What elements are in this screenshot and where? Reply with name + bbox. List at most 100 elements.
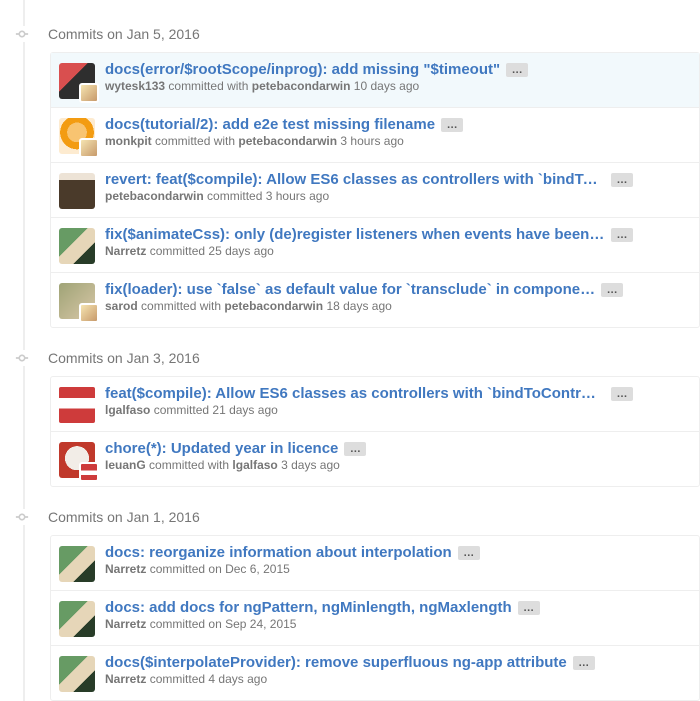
committer-link[interactable]: petebacondarwin xyxy=(252,79,351,93)
avatar-wrap xyxy=(59,283,95,319)
author-avatar[interactable] xyxy=(59,546,95,582)
commit-title-link[interactable]: revert: feat($compile): Allow ES6 classe… xyxy=(105,171,605,188)
expand-message-button[interactable]: … xyxy=(611,173,633,187)
committer-avatar[interactable] xyxy=(79,303,99,323)
commit-body: chore(*): Updated year in licence … IeuanG… xyxy=(105,440,691,478)
commit-time: 3 days ago xyxy=(281,458,340,472)
committer-link[interactable]: lgalfaso xyxy=(232,458,277,472)
meta-committed-with: committed with xyxy=(155,134,235,148)
commit-title-link[interactable]: docs: add docs for ngPattern, ngMinlengt… xyxy=(105,599,512,616)
expand-message-button[interactable]: … xyxy=(458,546,480,560)
commit-title-row: revert: feat($compile): Allow ES6 classe… xyxy=(105,171,691,188)
commit-time: 25 days ago xyxy=(208,244,273,258)
commit-title-row: chore(*): Updated year in licence … xyxy=(105,440,691,457)
commit-group-label: Commits on Jan 3, 2016 xyxy=(48,350,200,366)
expand-message-button[interactable]: … xyxy=(518,601,540,615)
commit-row: docs: reorganize information about inter… xyxy=(51,536,699,590)
committer-link[interactable]: petebacondarwin xyxy=(238,134,337,148)
meta-committed: committed xyxy=(154,403,209,417)
commit-meta: sarod committed with petebacondarwin 18 … xyxy=(105,299,691,313)
commit-title-row: docs(tutorial/2): add e2e test missing f… xyxy=(105,116,691,133)
commit-group-header: Commits on Jan 5, 2016 xyxy=(16,24,700,44)
author-avatar[interactable] xyxy=(59,387,95,423)
commit-body: docs(error/$rootScope/inprog): add missi… xyxy=(105,61,691,99)
author-avatar[interactable] xyxy=(59,601,95,637)
commit-body: docs: add docs for ngPattern, ngMinlengt… xyxy=(105,599,691,637)
commit-title-link[interactable]: feat($compile): Allow ES6 classes as con… xyxy=(105,385,605,402)
expand-message-button[interactable]: … xyxy=(441,118,463,132)
commit-row: revert: feat($compile): Allow ES6 classe… xyxy=(51,162,699,217)
author-link[interactable]: petebacondarwin xyxy=(105,189,204,203)
expand-message-button[interactable]: … xyxy=(506,63,528,77)
commit-title-link[interactable]: docs($interpolateProvider): remove super… xyxy=(105,654,567,671)
commit-title-row: docs(error/$rootScope/inprog): add missi… xyxy=(105,61,691,78)
commit-body: docs($interpolateProvider): remove super… xyxy=(105,654,691,692)
author-link[interactable]: Narretz xyxy=(105,244,146,258)
commit-title-link[interactable]: fix($animateCss): only (de)register list… xyxy=(105,226,605,243)
commit-body: fix($animateCss): only (de)register list… xyxy=(105,226,691,264)
group-date: Jan 5, 2016 xyxy=(127,26,200,42)
author-link[interactable]: Narretz xyxy=(105,672,146,686)
avatar-wrap xyxy=(59,656,95,692)
avatar-wrap xyxy=(59,546,95,582)
commit-meta: Narretz committed on Sep 24, 2015 xyxy=(105,617,691,631)
commit-meta: petebacondarwin committed 3 hours ago xyxy=(105,189,691,203)
commit-body: docs: reorganize information about inter… xyxy=(105,544,691,582)
commit-timeline: Commits on Jan 5, 2016 docs(error/$rootSc… xyxy=(0,0,700,701)
commit-body: fix(loader): use `false` as default valu… xyxy=(105,281,691,319)
author-link[interactable]: lgalfaso xyxy=(105,403,150,417)
author-link[interactable]: monkpit xyxy=(105,134,152,148)
committer-avatar[interactable] xyxy=(79,462,99,482)
commit-time: on Dec 6, 2015 xyxy=(208,562,289,576)
commit-row: docs($interpolateProvider): remove super… xyxy=(51,645,699,700)
commit-row: chore(*): Updated year in licence … IeuanG… xyxy=(51,431,699,486)
commit-title-link[interactable]: docs: reorganize information about inter… xyxy=(105,544,452,561)
commit-meta: IeuanG committed with lgalfaso 3 days ag… xyxy=(105,458,691,472)
commit-title-link[interactable]: docs(tutorial/2): add e2e test missing f… xyxy=(105,116,435,133)
commit-title-row: docs: reorganize information about inter… xyxy=(105,544,691,561)
commit-list: docs: reorganize information about inter… xyxy=(50,535,700,701)
expand-message-button[interactable]: … xyxy=(611,387,633,401)
commit-list: docs(error/$rootScope/inprog): add missi… xyxy=(50,52,700,328)
author-link[interactable]: sarod xyxy=(105,299,138,313)
commit-title-row: fix(loader): use `false` as default valu… xyxy=(105,281,691,298)
meta-committed-with: committed with xyxy=(168,79,248,93)
expand-message-button[interactable]: … xyxy=(611,228,633,242)
author-link[interactable]: Narretz xyxy=(105,562,146,576)
commit-title-link[interactable]: docs(error/$rootScope/inprog): add missi… xyxy=(105,61,500,78)
commit-icon xyxy=(14,26,30,42)
commit-row: docs: add docs for ngPattern, ngMinlengt… xyxy=(51,590,699,645)
committer-avatar[interactable] xyxy=(79,138,99,158)
author-link[interactable]: Narretz xyxy=(105,617,146,631)
avatar-wrap xyxy=(59,173,95,209)
commit-time: 3 hours ago xyxy=(340,134,403,148)
expand-message-button[interactable]: … xyxy=(573,656,595,670)
committer-link[interactable]: petebacondarwin xyxy=(224,299,323,313)
author-avatar[interactable] xyxy=(59,173,95,209)
commit-time: 3 hours ago xyxy=(266,189,329,203)
group-date: Jan 1, 2016 xyxy=(127,509,200,525)
avatar-wrap xyxy=(59,442,95,478)
commit-meta: wytesk133 committed with petebacondarwin… xyxy=(105,79,691,93)
commit-row: fix(loader): use `false` as default valu… xyxy=(51,272,699,327)
commit-title-link[interactable]: chore(*): Updated year in licence xyxy=(105,440,338,457)
expand-message-button[interactable]: … xyxy=(601,283,623,297)
commit-row: docs(error/$rootScope/inprog): add missi… xyxy=(51,53,699,107)
author-avatar[interactable] xyxy=(59,656,95,692)
commit-title-link[interactable]: fix(loader): use `false` as default valu… xyxy=(105,281,595,298)
author-avatar[interactable] xyxy=(59,228,95,264)
commit-body: revert: feat($compile): Allow ES6 classe… xyxy=(105,171,691,209)
author-link[interactable]: wytesk133 xyxy=(105,79,165,93)
commit-time: 21 days ago xyxy=(212,403,277,417)
group-prefix: Commits on xyxy=(48,350,127,366)
commit-title-row: feat($compile): Allow ES6 classes as con… xyxy=(105,385,691,402)
meta-committed-with: committed with xyxy=(141,299,221,313)
commit-group-label: Commits on Jan 5, 2016 xyxy=(48,26,200,42)
committer-avatar[interactable] xyxy=(79,83,99,103)
commit-row: fix($animateCss): only (de)register list… xyxy=(51,217,699,272)
commit-time: 10 days ago xyxy=(354,79,419,93)
author-link[interactable]: IeuanG xyxy=(105,458,146,472)
expand-message-button[interactable]: … xyxy=(344,442,366,456)
commit-meta: monkpit committed with petebacondarwin 3… xyxy=(105,134,691,148)
commit-meta: Narretz committed on Dec 6, 2015 xyxy=(105,562,691,576)
